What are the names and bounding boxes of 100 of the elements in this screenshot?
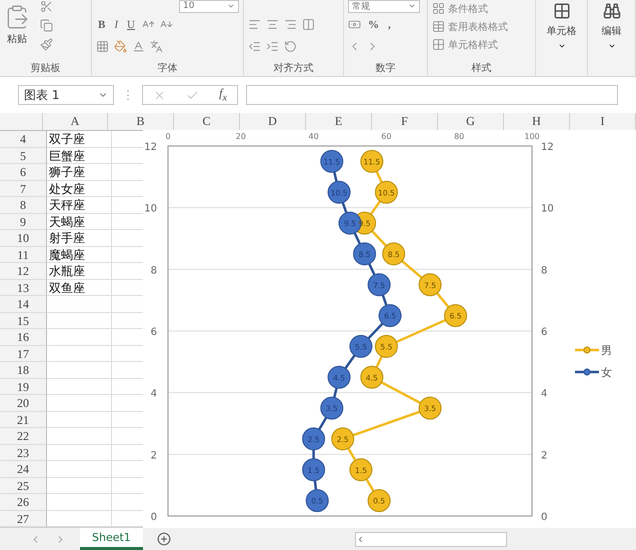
axis-label: 4 [150, 388, 157, 400]
data-marker[interactable] [349, 334, 372, 358]
data-marker[interactable] [353, 242, 376, 266]
row-header[interactable]: 18 [0, 362, 47, 378]
number-format-button[interactable]: , [386, 18, 393, 30]
name-box[interactable]: 图表 1 [18, 85, 114, 105]
row-header[interactable]: 16 [0, 329, 47, 346]
row-header[interactable]: 12 [0, 263, 47, 280]
align-center-icon[interactable] [266, 18, 279, 31]
row-header[interactable]: 21 [0, 412, 47, 428]
group-label: 样式 [470, 62, 492, 76]
data-marker[interactable] [320, 150, 344, 173]
data-marker[interactable] [331, 427, 354, 450]
data-marker[interactable] [378, 304, 402, 328]
caret-icon [608, 42, 616, 50]
group-label: 数字 [374, 62, 396, 76]
axis-label: 8 [150, 265, 157, 276]
row-header[interactable]: 7 [0, 180, 47, 197]
data-marker[interactable] [418, 273, 442, 296]
data-marker[interactable] [328, 180, 351, 204]
row-header[interactable]: 15 [0, 312, 47, 329]
table-cell: 天秤座 [47, 197, 112, 214]
data-marker[interactable] [302, 427, 326, 450]
axis-label: 10 [144, 204, 157, 215]
data-marker[interactable] [360, 150, 384, 173]
brush-icon[interactable] [40, 38, 53, 51]
row-header[interactable]: 22 [0, 428, 47, 444]
data-marker[interactable] [328, 366, 351, 389]
row-header[interactable]: 13 [0, 280, 47, 296]
axis-label: 2 [541, 450, 548, 462]
binoculars-icon [602, 2, 620, 20]
table-cell: 双子座 [47, 131, 112, 148]
border-icon[interactable] [96, 40, 109, 53]
data-marker[interactable] [306, 489, 329, 512]
axis-label: 12 [541, 142, 554, 153]
row-header[interactable]: 19 [0, 378, 47, 395]
paste-button[interactable]: 粘贴 [4, 0, 30, 48]
data-marker[interactable] [302, 458, 326, 482]
row-header[interactable]: 5 [0, 148, 47, 164]
data-marker[interactable] [360, 366, 384, 389]
font-style-button[interactable]: B [96, 18, 108, 30]
number-format-field[interactable]: 常规 [348, 0, 420, 12]
fill-color-icon[interactable] [114, 40, 127, 53]
indent-increase-icon[interactable] [266, 40, 279, 53]
axis-label: 100 [524, 132, 540, 141]
row-header[interactable]: 27 [0, 510, 47, 527]
currency-icon[interactable] [348, 18, 361, 31]
number-format-button[interactable]: % [366, 18, 381, 30]
insert-function-button[interactable]: f$_{x}$ [219, 86, 227, 104]
table-cell: 水瓶座 [47, 263, 112, 280]
data-marker[interactable] [374, 180, 398, 204]
font-style-button[interactable]: I [112, 18, 120, 30]
column-header[interactable]: A [43, 113, 108, 130]
row-header[interactable]: 26 [0, 494, 47, 510]
align-right-icon[interactable] [284, 18, 297, 31]
rotate-icon[interactable] [284, 40, 297, 53]
row-header[interactable]: 9 [0, 214, 47, 230]
align-left-icon[interactable] [248, 18, 261, 31]
table-cell [47, 412, 112, 428]
axis-label: 4 [541, 388, 548, 400]
copy-icon[interactable] [40, 19, 53, 32]
merge-icon[interactable] [302, 18, 315, 31]
data-marker[interactable] [320, 396, 344, 420]
data-marker[interactable] [374, 334, 398, 358]
table-style-icon [432, 38, 445, 51]
row-header[interactable]: 10 [0, 230, 47, 246]
cells-icon [552, 2, 570, 20]
add-sheet-icon[interactable] [156, 532, 171, 546]
row-header[interactable]: 20 [0, 395, 47, 412]
cells-button[interactable]: 单元格 [546, 22, 576, 40]
table-cell: 天蝎座 [47, 214, 112, 230]
cut-icon[interactable] [40, 0, 53, 13]
font-color-icon[interactable] [132, 40, 145, 53]
sheet-tab[interactable]: Sheet1 [80, 528, 143, 550]
data-marker[interactable] [444, 304, 468, 328]
row-header[interactable]: 11 [0, 246, 47, 263]
legend-key [575, 368, 599, 376]
data-marker[interactable] [368, 489, 391, 512]
row-header[interactable]: 8 [0, 197, 47, 214]
axis-label: 80 [454, 132, 464, 141]
row-header[interactable]: 6 [0, 164, 47, 180]
horizontal-scrollbar[interactable] [354, 532, 507, 546]
data-marker[interactable] [382, 242, 406, 266]
font-size-field[interactable]: 10 [179, 0, 239, 12]
axis-label: 6 [541, 327, 548, 338]
font-style-button[interactable]: U [125, 18, 137, 30]
axis-label: 6 [150, 327, 157, 338]
data-marker[interactable] [368, 273, 391, 296]
row-header[interactable]: 4 [0, 131, 47, 148]
row-header[interactable]: 23 [0, 444, 47, 461]
editing-button[interactable]: 编辑 [602, 22, 622, 40]
row-header[interactable]: 25 [0, 478, 47, 494]
row-header[interactable]: 17 [0, 346, 47, 362]
formula-input[interactable] [246, 85, 618, 105]
data-marker[interactable] [418, 396, 442, 420]
indent-decrease-icon[interactable] [248, 40, 261, 53]
data-marker[interactable] [349, 458, 372, 482]
row-header[interactable]: 24 [0, 461, 47, 478]
phonetic-icon[interactable] [150, 40, 163, 53]
row-header[interactable]: 14 [0, 296, 47, 312]
